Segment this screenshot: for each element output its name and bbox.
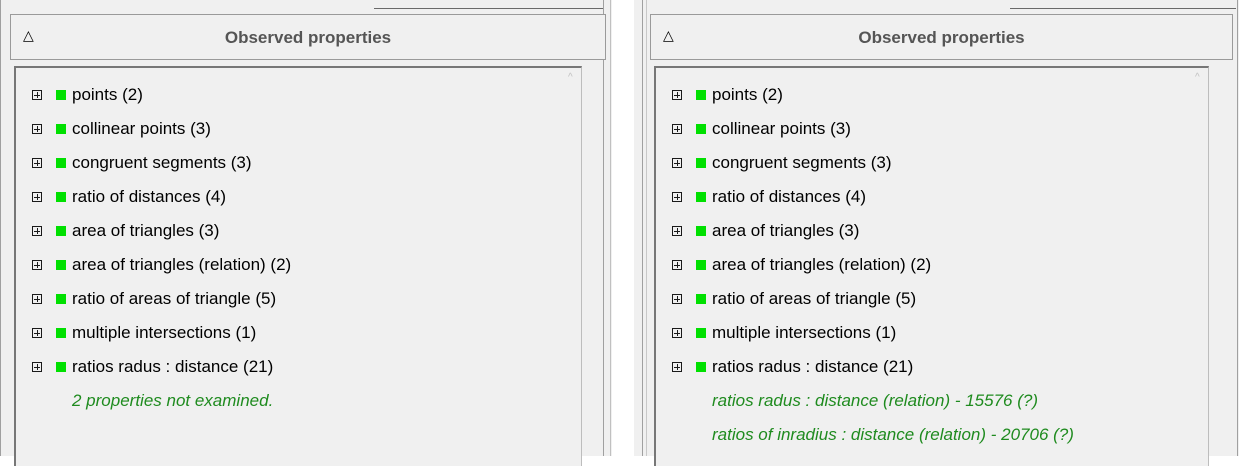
tree-item-label: congruent segments (3) — [72, 153, 252, 172]
top-edge — [0, 0, 612, 12]
plus-box-icon[interactable] — [32, 328, 42, 338]
green-square-icon — [56, 90, 66, 100]
plus-box-icon[interactable] — [32, 90, 42, 100]
unexamined-property-note[interactable]: ratios radus : distance (relation) - 155… — [672, 384, 1074, 418]
tree-item-label: points (2) — [712, 85, 783, 104]
plus-box-icon[interactable] — [672, 328, 682, 338]
plus-box-icon[interactable] — [672, 294, 682, 304]
vertical-scrollbar[interactable]: ^ — [1193, 66, 1209, 466]
tree-item-congruent-segments[interactable]: congruent segments (3) — [672, 146, 1074, 180]
tree-item-collinear-points[interactable]: collinear points (3) — [672, 112, 1074, 146]
plus-box-icon[interactable] — [672, 260, 682, 270]
green-square-icon — [56, 260, 66, 270]
tree-item-label: ratio of distances (4) — [712, 187, 867, 206]
properties-tree[interactable]: points (2) collinear points (3) congruen… — [14, 66, 582, 466]
tree-item-ratio-of-distances[interactable]: ratio of distances (4) — [672, 180, 1074, 214]
plus-box-icon[interactable] — [32, 158, 42, 168]
tree-item-label: area of triangles (3) — [712, 221, 860, 240]
green-square-icon — [696, 124, 706, 134]
plus-box-icon[interactable] — [32, 294, 42, 304]
plus-box-icon[interactable] — [32, 124, 42, 134]
tree-item-congruent-segments[interactable]: congruent segments (3) — [32, 146, 291, 180]
green-square-icon — [56, 158, 66, 168]
green-square-icon — [696, 226, 706, 236]
tree-item-multiple-intersections[interactable]: multiple intersections (1) — [32, 316, 291, 350]
tree-item-label: ratio of distances (4) — [72, 187, 227, 206]
green-square-icon — [696, 192, 706, 202]
tree-item-label: area of triangles (relation) (2) — [712, 255, 932, 274]
plus-box-icon[interactable] — [672, 226, 682, 236]
green-square-icon — [56, 192, 66, 202]
vertical-scrollbar[interactable]: ^ — [566, 66, 582, 466]
plus-box-icon[interactable] — [672, 90, 682, 100]
green-square-icon — [56, 362, 66, 372]
plus-box-icon[interactable] — [32, 192, 42, 202]
green-square-icon — [696, 90, 706, 100]
tree-item-ratios-radus-distance[interactable]: ratios radus : distance (21) — [672, 350, 1074, 384]
plus-box-icon[interactable] — [672, 362, 682, 372]
panel-gap — [612, 0, 634, 456]
panel-title: Observed properties — [224, 28, 392, 47]
tree-item-ratio-of-areas-of-triangle[interactable]: ratio of areas of triangle (5) — [32, 282, 291, 316]
tree-item-label: collinear points (3) — [712, 119, 851, 138]
tree-item-area-of-triangles[interactable]: area of triangles (3) — [32, 214, 291, 248]
tree-item-points[interactable]: points (2) — [672, 78, 1074, 112]
tree-item-label: multiple intersections (1) — [72, 323, 257, 342]
green-square-icon — [696, 158, 706, 168]
green-square-icon — [696, 362, 706, 372]
green-square-icon — [56, 124, 66, 134]
top-edge — [634, 0, 1239, 12]
tree-item-ratios-radus-distance[interactable]: ratios radus : distance (21) — [32, 350, 291, 384]
green-square-icon — [56, 226, 66, 236]
observed-properties-panel-right: △ Observed properties points (2) colline… — [634, 0, 1239, 466]
plus-box-icon[interactable] — [672, 192, 682, 202]
tree-item-label: congruent segments (3) — [712, 153, 892, 172]
tree-item-label: multiple intersections (1) — [712, 323, 897, 342]
observed-properties-panel-left: △ Observed properties points (2) colline… — [0, 0, 612, 466]
tree-item-label: ratios radus : distance (21) — [712, 357, 914, 376]
tree-item-label: ratio of areas of triangle (5) — [72, 289, 277, 308]
panel-header[interactable]: △ Observed properties — [650, 14, 1233, 60]
tree-item-collinear-points[interactable]: collinear points (3) — [32, 112, 291, 146]
scroll-up-arrow-icon[interactable]: ^ — [1195, 72, 1200, 83]
properties-tree[interactable]: points (2) collinear points (3) congruen… — [654, 66, 1209, 466]
tree-item-ratio-of-areas-of-triangle[interactable]: ratio of areas of triangle (5) — [672, 282, 1074, 316]
green-square-icon — [696, 294, 706, 304]
tree-item-points[interactable]: points (2) — [32, 78, 291, 112]
tree-item-label: ratios radus : distance (21) — [72, 357, 274, 376]
tree-item-label: area of triangles (relation) (2) — [72, 255, 292, 274]
plus-box-icon[interactable] — [672, 158, 682, 168]
plus-box-icon[interactable] — [32, 362, 42, 372]
plus-box-icon[interactable] — [32, 260, 42, 270]
panel-header[interactable]: △ Observed properties — [10, 14, 606, 60]
tree-item-area-of-triangles[interactable]: area of triangles (3) — [672, 214, 1074, 248]
not-examined-note: 2 properties not examined. — [72, 391, 274, 410]
tree-item-label: area of triangles (3) — [72, 221, 220, 240]
tree-item-area-of-triangles-relation[interactable]: area of triangles (relation) (2) — [32, 248, 291, 282]
tree-item-label: points (2) — [72, 85, 143, 104]
tree-item-multiple-intersections[interactable]: multiple intersections (1) — [672, 316, 1074, 350]
tree-item-label: collinear points (3) — [72, 119, 211, 138]
green-square-icon — [56, 328, 66, 338]
plus-box-icon[interactable] — [672, 124, 682, 134]
scroll-up-arrow-icon[interactable]: ^ — [568, 72, 573, 83]
green-square-icon — [56, 294, 66, 304]
tree-item-ratio-of-distances[interactable]: ratio of distances (4) — [32, 180, 291, 214]
unexamined-property-note[interactable]: ratios of inradius : distance (relation)… — [672, 418, 1074, 452]
green-square-icon — [696, 328, 706, 338]
green-square-icon — [696, 260, 706, 270]
plus-box-icon[interactable] — [32, 226, 42, 236]
tree-item-area-of-triangles-relation[interactable]: area of triangles (relation) (2) — [672, 248, 1074, 282]
panel-title: Observed properties — [858, 28, 1025, 47]
tree-item-label: ratio of areas of triangle (5) — [712, 289, 917, 308]
